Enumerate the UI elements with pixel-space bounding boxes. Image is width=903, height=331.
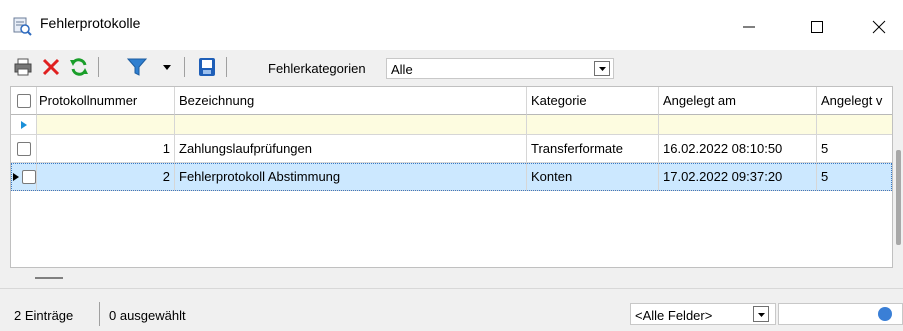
toolbar-separator xyxy=(226,57,227,77)
protocol-app-icon xyxy=(12,16,32,36)
new-row-cell[interactable] xyxy=(527,115,659,135)
minimize-icon xyxy=(743,26,755,28)
maximize-icon xyxy=(811,21,823,33)
new-row-cell[interactable] xyxy=(37,115,175,135)
print-button[interactable] xyxy=(12,56,34,78)
refresh-button[interactable] xyxy=(68,56,90,78)
new-row-arrow-icon xyxy=(20,120,27,129)
column-header-created[interactable]: Angelegt am xyxy=(659,87,817,115)
refresh-icon xyxy=(70,58,88,76)
current-row-arrow-icon xyxy=(13,172,19,181)
cell-name: Zahlungslaufprüfungen xyxy=(175,135,527,163)
delete-button[interactable] xyxy=(40,56,62,78)
column-header-category[interactable]: Kategorie xyxy=(527,87,659,115)
search-field-dropdown-button[interactable] xyxy=(753,306,769,322)
filter-category-value: Alle xyxy=(391,62,413,77)
cell-category: Konten xyxy=(527,163,659,191)
column-header-created-by[interactable]: Angelegt v xyxy=(817,87,892,115)
search-field-select[interactable]: <Alle Felder> xyxy=(630,303,776,325)
cell-created: 17.02.2022 09:37:20 xyxy=(659,163,817,191)
status-bar: 2 Einträge 0 ausgewählt <Alle Felder> xyxy=(0,288,903,331)
filter-button[interactable] xyxy=(126,56,148,78)
new-row-indicator xyxy=(11,115,37,135)
table-row-selected[interactable]: 2 Fehlerprotokoll Abstimmung Konten 17.0… xyxy=(11,163,892,191)
chevron-down-icon xyxy=(757,312,765,317)
chevron-down-icon xyxy=(598,67,606,71)
close-button[interactable] xyxy=(856,12,902,42)
vertical-scrollbar[interactable] xyxy=(896,150,901,245)
select-all-checkbox[interactable] xyxy=(16,93,31,108)
protocol-grid: Protokollnummer Bezeichnung Kategorie An… xyxy=(10,86,893,268)
filter-category-label: Fehlerkategorien xyxy=(268,61,366,76)
printer-icon xyxy=(14,58,32,76)
cell-created-by: 5 xyxy=(817,163,892,191)
grid-header-row: Protokollnummer Bezeichnung Kategorie An… xyxy=(11,87,892,115)
new-entry-row[interactable] xyxy=(11,115,892,135)
search-field-value: <Alle Felder> xyxy=(635,308,713,323)
new-row-cell[interactable] xyxy=(659,115,817,135)
save-button[interactable] xyxy=(196,56,218,78)
row-indicator xyxy=(11,163,37,191)
maximize-button[interactable] xyxy=(794,12,840,42)
chevron-down-icon xyxy=(163,65,171,70)
toolbar-separator xyxy=(98,57,99,77)
row-checkbox[interactable] xyxy=(22,169,36,184)
cell-created: 16.02.2022 08:10:50 xyxy=(659,135,817,163)
cell-number: 2 xyxy=(37,163,175,191)
column-header-name[interactable]: Bezeichnung xyxy=(175,87,527,115)
column-header-number[interactable]: Protokollnummer xyxy=(37,87,175,115)
toolbar-separator xyxy=(184,57,185,77)
splitter[interactable] xyxy=(0,270,903,286)
row-indicator xyxy=(11,135,37,163)
cell-created-by: 5 xyxy=(817,135,892,163)
funnel-icon xyxy=(127,58,147,76)
table-row[interactable]: 1 Zahlungslaufprüfungen Transferformate … xyxy=(11,135,892,163)
window-title: Fehlerprotokolle xyxy=(40,15,141,31)
new-row-cell[interactable] xyxy=(817,115,892,135)
search-icon[interactable] xyxy=(878,307,892,321)
splitter-grip[interactable] xyxy=(35,277,63,279)
header-select-all[interactable] xyxy=(11,87,37,115)
minimize-button[interactable] xyxy=(726,12,772,42)
floppy-icon xyxy=(199,58,215,76)
combo-dropdown-button[interactable] xyxy=(594,61,610,76)
selected-count: 0 ausgewählt xyxy=(109,308,186,323)
filter-dropdown-button[interactable] xyxy=(160,56,174,78)
delete-x-icon xyxy=(42,58,60,76)
row-checkbox[interactable] xyxy=(16,141,31,156)
filter-category-select[interactable]: Alle xyxy=(386,58,614,79)
entry-count: 2 Einträge xyxy=(14,308,74,323)
close-icon xyxy=(872,20,886,34)
cell-number: 1 xyxy=(37,135,175,163)
cell-name: Fehlerprotokoll Abstimmung xyxy=(175,163,527,191)
cell-category: Transferformate xyxy=(527,135,659,163)
new-row-cell[interactable] xyxy=(175,115,527,135)
title-bar: Fehlerprotokolle xyxy=(0,0,903,50)
status-separator xyxy=(99,302,100,326)
